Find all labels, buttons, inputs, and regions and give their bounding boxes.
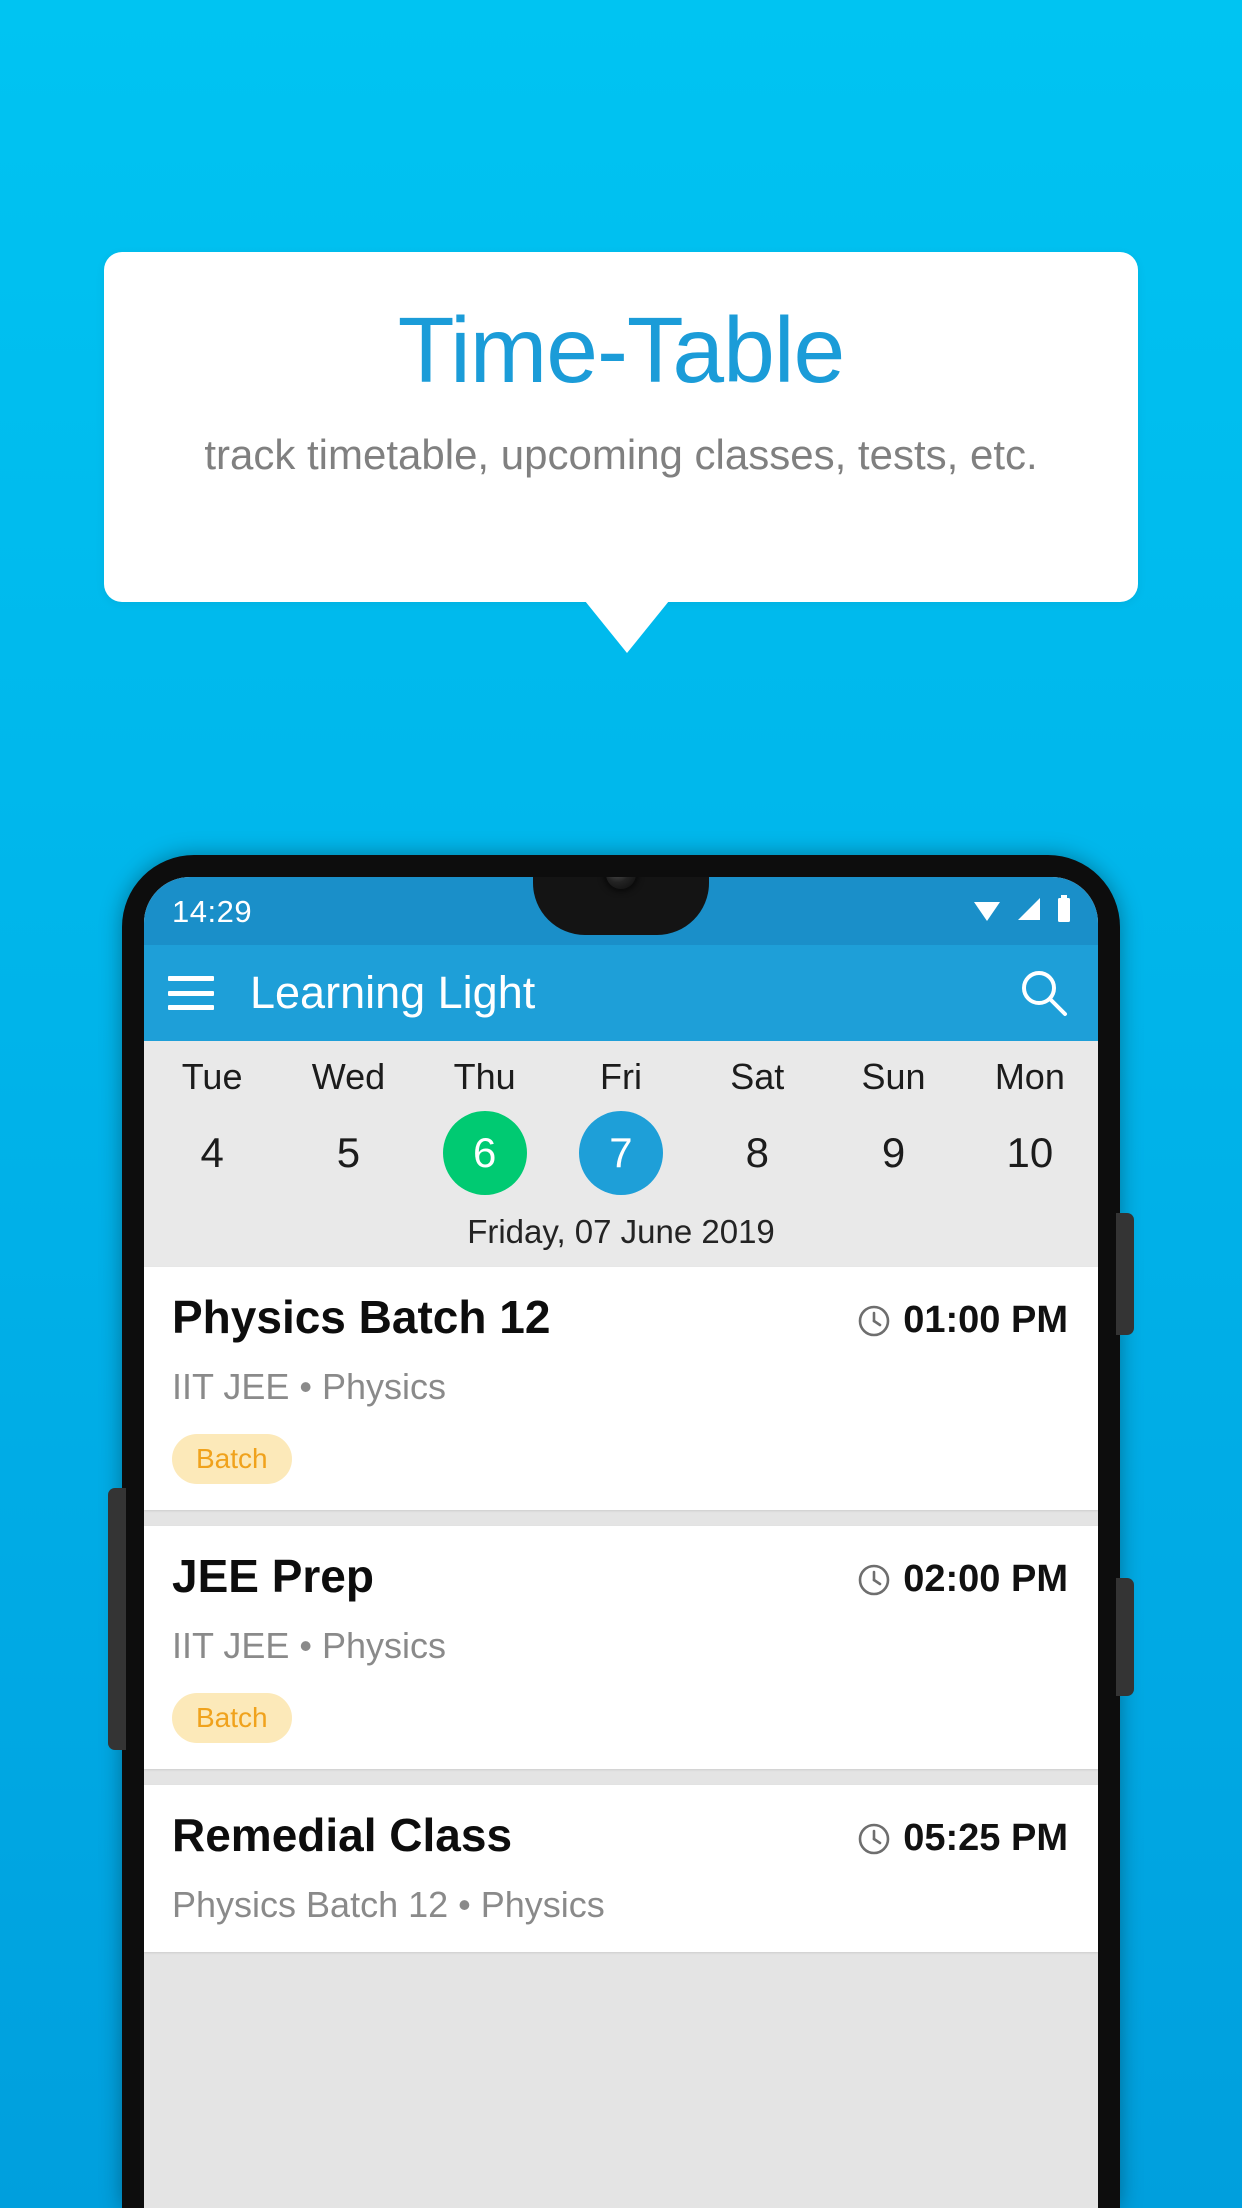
class-title: JEE Prep — [172, 1550, 374, 1602]
day-cell-thu[interactable]: Thu 6 — [417, 1041, 553, 1195]
day-cell-tue[interactable]: Tue 4 — [144, 1041, 280, 1195]
promo-subtitle: track timetable, upcoming classes, tests… — [204, 431, 1038, 478]
day-number: 5 — [336, 1129, 361, 1176]
status-badge: Batch — [172, 1693, 292, 1743]
list-item[interactable]: JEE Prep 02:00 PM IIT JEE • Physics Batc… — [144, 1526, 1098, 1769]
card-header: Remedial Class 05:25 PM — [172, 1811, 1068, 1860]
phone-power-button[interactable] — [1116, 1213, 1134, 1335]
day-number: 8 — [745, 1129, 769, 1176]
class-title: Physics Batch 12 — [172, 1291, 551, 1343]
list-item[interactable]: Remedial Class 05:25 PM Physics Batch 12… — [144, 1785, 1098, 1952]
day-number-today: 6 — [442, 1111, 527, 1195]
class-time-group: 05:25 PM — [857, 1811, 1068, 1860]
date-strip: Tue 4 Wed 5 Thu 6 Fri 7 Sat 8 Sun 9 Mon … — [144, 1041, 1098, 1267]
day-number: 4 — [200, 1129, 224, 1176]
selected-date-label: Friday, 07 June 2019 — [467, 1213, 775, 1250]
class-time: 01:00 PM — [903, 1299, 1068, 1341]
day-cell-mon[interactable]: Mon 10 — [962, 1041, 1098, 1195]
signal-icon — [1018, 898, 1040, 920]
status-bar-icons — [972, 895, 1072, 923]
hamburger-menu-icon[interactable] — [168, 976, 214, 1010]
day-cell-sun[interactable]: Sun 9 — [825, 1041, 961, 1195]
phone-side-button[interactable] — [1116, 1578, 1134, 1696]
card-header: JEE Prep 02:00 PM — [172, 1552, 1068, 1601]
class-subtitle: IIT JEE • Physics — [172, 1366, 447, 1407]
search-icon[interactable] — [1018, 967, 1070, 1019]
promo-bubble-tail — [585, 601, 669, 653]
class-title: Remedial Class — [172, 1809, 513, 1861]
card-header: Physics Batch 12 01:00 PM — [172, 1293, 1068, 1342]
front-camera-icon — [606, 877, 636, 889]
day-cell-wed[interactable]: Wed 5 — [280, 1041, 416, 1195]
phone-notch — [533, 877, 709, 935]
class-time-group: 01:00 PM — [857, 1293, 1068, 1342]
phone-volume-button[interactable] — [108, 1488, 126, 1750]
day-of-week-label: Tue — [181, 1056, 243, 1097]
status-badge: Batch — [172, 1434, 292, 1484]
day-of-week-label: Sun — [861, 1056, 926, 1097]
hamburger-line — [168, 990, 214, 996]
day-of-week-label: Sat — [730, 1056, 785, 1097]
clock-icon — [858, 1823, 890, 1854]
clock-icon — [858, 1564, 890, 1595]
class-time: 05:25 PM — [903, 1817, 1068, 1859]
battery-icon — [1058, 895, 1070, 922]
class-list[interactable]: Physics Batch 12 01:00 PM IIT JEE • Phys… — [144, 1267, 1098, 2208]
status-bar-clock: 14:29 — [172, 894, 253, 929]
day-of-week-label: Thu — [453, 1056, 516, 1097]
class-subtitle: Physics Batch 12 • Physics — [172, 1884, 605, 1925]
class-time: 02:00 PM — [903, 1558, 1068, 1600]
day-of-week-label: Mon — [994, 1056, 1065, 1097]
promo-bubble: Time-Table track timetable, upcoming cla… — [104, 252, 1138, 602]
day-selector: Tue 4 Wed 5 Thu 6 Fri 7 Sat 8 Sun 9 Mon … — [144, 1041, 1098, 1207]
app-bar: Learning Light — [144, 945, 1098, 1041]
day-of-week-label: Fri — [599, 1056, 642, 1097]
app-title: Learning Light — [250, 967, 536, 1018]
phone-screen: 14:29 Learning Light Tue 4 Wed 5 Thu 6 F… — [144, 877, 1098, 2208]
clock-icon — [858, 1305, 890, 1336]
day-number-selected: 7 — [578, 1111, 663, 1195]
class-time-group: 02:00 PM — [857, 1552, 1068, 1601]
status-bar-area: 14:29 — [144, 877, 1098, 945]
list-item[interactable]: Physics Batch 12 01:00 PM IIT JEE • Phys… — [144, 1267, 1098, 1510]
hamburger-line — [168, 976, 214, 981]
day-cell-fri[interactable]: Fri 7 — [553, 1041, 689, 1195]
promo-title: Time-Table — [397, 298, 846, 402]
wifi-icon — [974, 902, 1000, 921]
hamburger-line — [168, 1005, 214, 1010]
day-number: 10 — [1006, 1129, 1054, 1176]
day-of-week-label: Wed — [311, 1056, 386, 1097]
day-number: 9 — [881, 1129, 906, 1176]
day-cell-sat[interactable]: Sat 8 — [689, 1041, 825, 1195]
class-subtitle: IIT JEE • Physics — [172, 1625, 447, 1666]
